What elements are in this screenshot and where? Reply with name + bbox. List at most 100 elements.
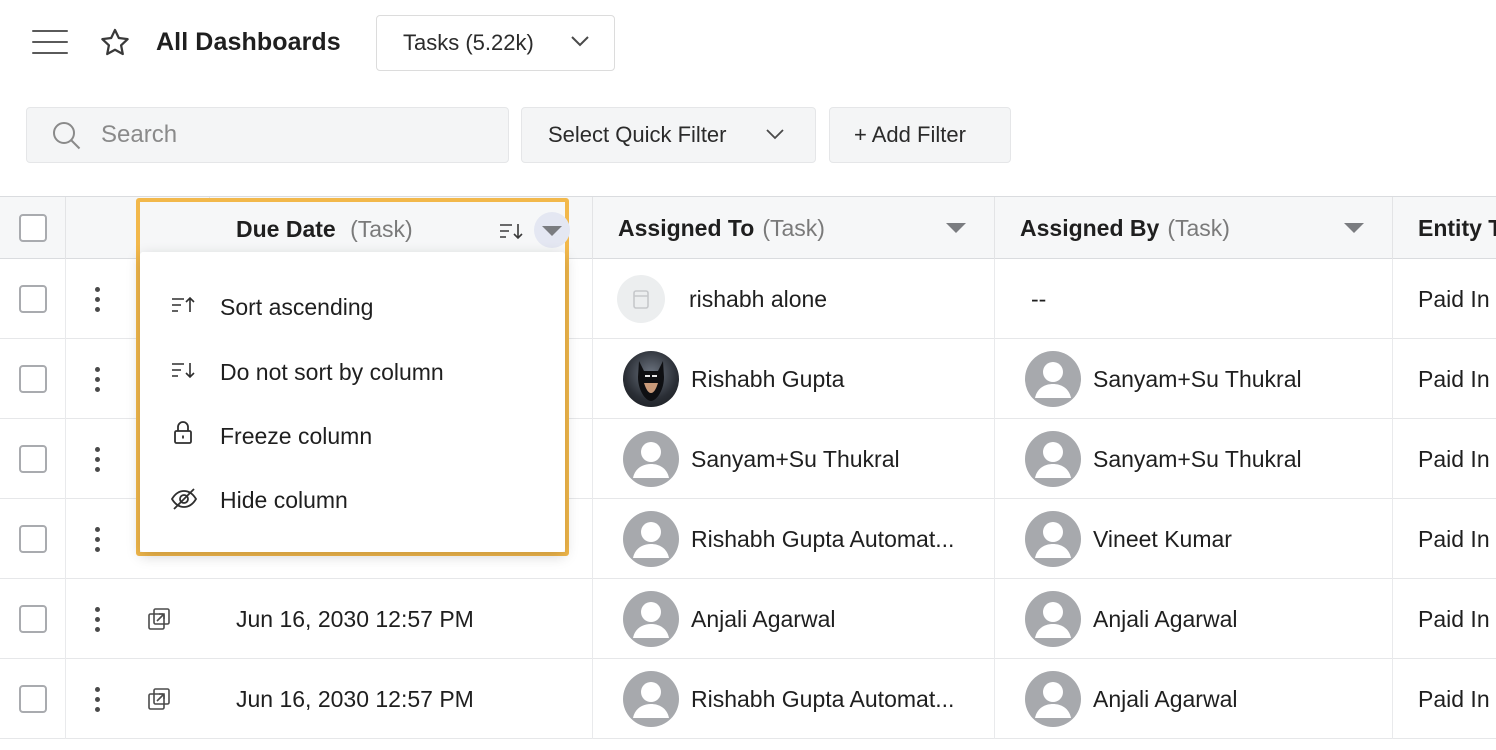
- row-select-cell: [0, 579, 66, 659]
- assigned-by-cell: Sanyam+Su Thukral: [995, 419, 1393, 499]
- person-name: Rishabh Gupta Automat...: [691, 525, 955, 552]
- person-name: Anjali Agarwal: [1093, 685, 1238, 712]
- menu-item-label: Hide column: [220, 486, 348, 513]
- more-vertical-icon[interactable]: [94, 686, 100, 712]
- menu-item-label: Do not sort by column: [220, 358, 444, 385]
- row-checkbox[interactable]: [18, 285, 47, 313]
- caret-down-icon[interactable]: [945, 221, 967, 235]
- entity-cell: Paid In: [1418, 445, 1490, 472]
- column-header-sub: (Task): [1167, 214, 1230, 241]
- user-icon: [1035, 362, 1071, 398]
- table-row[interactable]: Jun 16, 2030 12:57 PM Anjali Agarwal Anj…: [0, 579, 1496, 659]
- row-actions-cell: [66, 579, 210, 659]
- column-header-assigned-to[interactable]: Assigned To (Task): [593, 197, 995, 259]
- column-menu-highlight: Sort ascending Do not sort by column Fre…: [136, 198, 570, 556]
- due-date-cell: Jun 16, 2030 12:57 PM: [210, 659, 593, 739]
- search-input[interactable]: [101, 108, 501, 162]
- column-header-entity[interactable]: Entity T: [1393, 197, 1496, 259]
- caret-down-icon: [542, 226, 562, 236]
- batman-avatar-icon: [638, 361, 664, 401]
- user-icon: [1035, 602, 1071, 638]
- user-icon: [1035, 442, 1071, 478]
- row-actions-cell: [66, 659, 210, 739]
- open-external-icon[interactable]: [146, 606, 172, 632]
- row-select-cell: [0, 339, 66, 419]
- assigned-by-cell: Vineet Kumar: [995, 499, 1393, 579]
- column-menu-toggle[interactable]: [534, 212, 570, 248]
- assigned-to-cell: Rishabh Gupta Automat...: [593, 659, 995, 739]
- avatar: [623, 351, 679, 407]
- select-all-cell: [0, 197, 66, 259]
- more-vertical-icon[interactable]: [94, 446, 100, 472]
- person-name: Rishabh Gupta: [691, 365, 845, 392]
- lock-icon: [174, 421, 192, 444]
- add-filter-label: + Add Filter: [854, 122, 966, 147]
- more-vertical-icon[interactable]: [94, 366, 100, 392]
- sort-ascending-icon: [172, 296, 195, 312]
- menu-item-label: Freeze column: [220, 422, 373, 449]
- user-icon: [633, 682, 669, 718]
- chevron-down-icon: [766, 129, 784, 140]
- avatar: [1025, 431, 1081, 487]
- row-checkbox[interactable]: [18, 605, 47, 633]
- assigned-to-cell: Rishabh Gupta Automat...: [593, 499, 995, 579]
- row-select-cell: [0, 659, 66, 739]
- star-icon[interactable]: [98, 26, 132, 60]
- add-filter-button[interactable]: + Add Filter: [829, 107, 1011, 163]
- hamburger-menu-icon[interactable]: [32, 30, 68, 58]
- row-select-cell: [0, 259, 66, 339]
- avatar: [1025, 591, 1081, 647]
- person-name: rishabh alone: [689, 285, 828, 312]
- row-checkbox[interactable]: [18, 365, 47, 393]
- person-name: Sanyam+Su Thukral: [1093, 365, 1302, 392]
- user-icon: [1035, 682, 1071, 718]
- caret-down-icon[interactable]: [1343, 221, 1365, 235]
- menu-item-sort-ascending[interactable]: Sort ascending: [140, 277, 565, 337]
- person-name: Sanyam+Su Thukral: [691, 445, 900, 472]
- column-header-assigned-by[interactable]: Assigned By (Task): [995, 197, 1393, 259]
- top-bar: All Dashboards Tasks (5.22k): [0, 0, 1496, 88]
- column-header-label: Entity T: [1418, 214, 1496, 241]
- sort-descending-icon[interactable]: [498, 221, 524, 241]
- eye-off-icon: [170, 488, 198, 510]
- user-icon: [633, 522, 669, 558]
- menu-item-freeze-column[interactable]: Freeze column: [140, 406, 565, 466]
- row-select-cell: [0, 499, 66, 579]
- column-header-label: Assigned To: [618, 214, 755, 241]
- select-all-checkbox[interactable]: [18, 214, 47, 242]
- dashboard-select[interactable]: Tasks (5.22k): [376, 15, 615, 71]
- row-checkbox[interactable]: [18, 445, 47, 473]
- column-header-sub: (Task): [762, 214, 825, 241]
- row-checkbox[interactable]: [18, 525, 47, 553]
- more-vertical-icon[interactable]: [94, 606, 100, 632]
- assigned-by-cell: --: [995, 259, 1393, 339]
- open-external-icon[interactable]: [146, 686, 172, 712]
- column-header-due-date-overlay[interactable]: Due Date (Task): [236, 216, 413, 243]
- assigned-to-cell: rishabh alone: [593, 259, 995, 339]
- assigned-to-cell: Sanyam+Su Thukral: [593, 419, 995, 499]
- menu-item-hide-column[interactable]: Hide column: [140, 470, 565, 530]
- column-header-label: Due Date: [236, 216, 336, 242]
- quick-filter-select[interactable]: Select Quick Filter: [521, 107, 816, 163]
- row-select-cell: [0, 419, 66, 499]
- avatar: [1025, 671, 1081, 727]
- column-header-sub: (Task): [350, 216, 413, 242]
- table-row[interactable]: Jun 16, 2030 12:57 PM Rishabh Gupta Auto…: [0, 659, 1496, 739]
- page-title: All Dashboards: [156, 28, 341, 56]
- person-name: Sanyam+Su Thukral: [1093, 445, 1302, 472]
- assigned-to-cell: Anjali Agarwal: [593, 579, 995, 659]
- assigned-by-cell: Anjali Agarwal: [995, 659, 1393, 739]
- more-vertical-icon[interactable]: [94, 526, 100, 552]
- menu-item-do-not-sort[interactable]: Do not sort by column: [140, 342, 565, 402]
- avatar: [623, 671, 679, 727]
- chevron-down-icon: [571, 36, 589, 47]
- mug-icon: [633, 290, 649, 309]
- avatar: [623, 431, 679, 487]
- search-box: [26, 107, 509, 163]
- entity-cell: Paid In: [1418, 365, 1490, 392]
- entity-cell: Paid In: [1418, 605, 1490, 632]
- row-checkbox[interactable]: [18, 685, 47, 713]
- more-vertical-icon[interactable]: [94, 286, 100, 312]
- avatar: [623, 511, 679, 567]
- avatar: [1025, 511, 1081, 567]
